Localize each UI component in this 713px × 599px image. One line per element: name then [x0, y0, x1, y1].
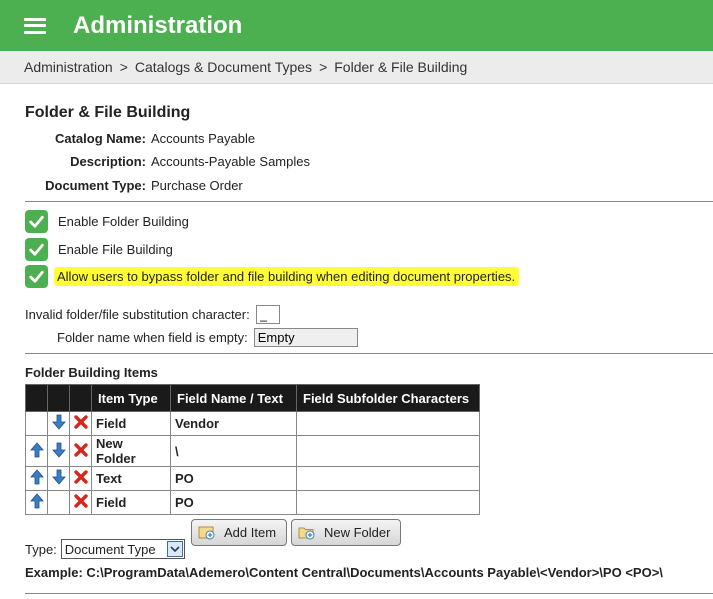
document-type-value: Purchase Order — [151, 178, 243, 193]
down-cell — [47, 411, 70, 436]
move-up-arrow-icon[interactable] — [29, 469, 45, 485]
delete-x-icon[interactable] — [73, 414, 89, 430]
up-cell — [25, 490, 48, 515]
item-type-cell: Text — [91, 466, 171, 491]
document-type-row: Document Type: Purchase Order — [5, 178, 243, 196]
down-cell — [47, 490, 70, 515]
subfolder-chars-cell[interactable] — [296, 466, 480, 491]
description-value: Accounts-Payable Samples — [151, 154, 310, 169]
catalog-name-value: Accounts Payable — [151, 131, 256, 146]
delete-cell — [69, 411, 92, 436]
empty-field-label: Folder name when field is empty: — [57, 330, 248, 345]
breadcrumb-separator: > — [119, 59, 128, 75]
subfolder-chars-cell[interactable] — [296, 435, 480, 467]
delete-x-icon[interactable] — [73, 469, 89, 485]
new-folder-icon — [298, 527, 315, 540]
down-cell — [47, 435, 70, 467]
divider — [25, 353, 713, 354]
folder-items-title: Folder Building Items — [25, 365, 158, 380]
add-item-label: Add Item — [224, 525, 277, 540]
enable-folder-building-option[interactable]: Enable Folder Building — [25, 210, 189, 233]
allow-bypass-label: Allow users to bypass folder and file bu… — [54, 267, 520, 286]
field-name-cell: PO — [170, 466, 297, 491]
item-type-cell: Field — [91, 490, 171, 515]
enable-file-building-label: Enable File Building — [58, 242, 173, 257]
new-folder-button[interactable]: New Folder — [291, 519, 402, 546]
subfolder-chars-cell[interactable] — [296, 411, 480, 436]
new-folder-label: New Folder — [324, 525, 391, 540]
column-header-subfolder-chars: Field Subfolder Characters — [296, 384, 480, 412]
header-up-col — [25, 384, 48, 412]
enable-folder-building-checkbox[interactable] — [25, 210, 48, 233]
move-up-arrow-icon[interactable] — [29, 493, 45, 509]
breadcrumb-item-administration[interactable]: Administration — [24, 59, 113, 75]
table-row: Field PO — [25, 490, 480, 515]
app-title: Administration — [73, 11, 243, 39]
checkmark-icon — [29, 270, 44, 283]
invalid-char-input[interactable] — [255, 305, 280, 324]
divider — [25, 201, 713, 202]
column-header-field-name: Field Name / Text — [170, 384, 297, 412]
delete-cell — [69, 466, 92, 491]
example-path: Example: C:\ProgramData\Ademero\Content … — [25, 565, 663, 580]
document-type-label: Document Type: — [45, 178, 146, 193]
delete-x-icon[interactable] — [73, 493, 89, 509]
item-type-cell: New Folder — [91, 435, 171, 467]
breadcrumb: Administration > Catalogs & Document Typ… — [0, 51, 713, 84]
add-item-button[interactable]: Add Item — [191, 519, 288, 546]
subfolder-chars-cell[interactable] — [296, 490, 480, 515]
allow-bypass-checkbox[interactable] — [25, 265, 48, 288]
table-row: New Folder \ — [25, 435, 480, 467]
breadcrumb-item-current: Folder & File Building — [334, 59, 468, 75]
description-row: Description: Accounts-Payable Samples — [5, 154, 310, 172]
enable-file-building-checkbox[interactable] — [25, 238, 48, 261]
add-item-icon — [198, 526, 215, 540]
invalid-char-row: Invalid folder/file substitution charact… — [25, 305, 280, 324]
header-down-col — [47, 384, 70, 412]
divider — [25, 593, 713, 594]
up-cell — [25, 435, 48, 467]
chevron-down-icon[interactable] — [166, 541, 183, 557]
delete-x-icon[interactable] — [73, 442, 89, 458]
enable-file-building-option[interactable]: Enable File Building — [25, 238, 173, 261]
table-header-row: Item Type Field Name / Text Field Subfol… — [25, 384, 480, 412]
table-row: Text PO — [25, 466, 480, 491]
enable-folder-building-label: Enable Folder Building — [58, 214, 189, 229]
move-down-arrow-icon[interactable] — [51, 469, 67, 485]
type-label: Type: — [25, 541, 57, 557]
up-cell — [25, 466, 48, 491]
catalog-name-row: Catalog Name: Accounts Payable — [5, 131, 255, 149]
breadcrumb-separator: > — [319, 59, 328, 75]
description-label: Description: — [70, 154, 146, 169]
breadcrumb-item-catalogs[interactable]: Catalogs & Document Types — [135, 59, 312, 75]
move-down-arrow-icon[interactable] — [51, 414, 67, 430]
delete-cell — [69, 490, 92, 515]
app-header: Administration — [0, 0, 713, 51]
checkmark-icon — [29, 243, 44, 256]
down-cell — [47, 466, 70, 491]
move-down-arrow-icon[interactable] — [51, 442, 67, 458]
field-name-cell: Vendor — [170, 411, 297, 436]
table-row: Field Vendor — [25, 411, 480, 436]
column-header-item-type: Item Type — [91, 384, 171, 412]
type-select-value: Document Type — [64, 541, 156, 557]
delete-cell — [69, 435, 92, 467]
page-title: Folder & File Building — [25, 104, 191, 121]
header-delete-col — [69, 384, 92, 412]
field-name-cell: PO — [170, 490, 297, 515]
item-type-cell: Field — [91, 411, 171, 436]
allow-bypass-option[interactable]: Allow users to bypass folder and file bu… — [25, 265, 520, 288]
empty-field-input[interactable] — [253, 328, 358, 347]
invalid-char-label: Invalid folder/file substitution charact… — [25, 307, 250, 322]
field-name-cell: \ — [170, 435, 297, 467]
catalog-name-label: Catalog Name: — [54, 131, 146, 146]
up-cell — [25, 411, 48, 436]
type-select[interactable]: Document Type — [60, 539, 185, 559]
empty-field-row: Folder name when field is empty: — [57, 328, 358, 347]
folder-items-table: Item Type Field Name / Text Field Subfol… — [25, 384, 480, 515]
type-row: Type: Document Type — [25, 519, 185, 559]
hamburger-menu-icon[interactable] — [24, 17, 46, 34]
checkmark-icon — [29, 215, 44, 228]
move-up-arrow-icon[interactable] — [29, 441, 45, 458]
